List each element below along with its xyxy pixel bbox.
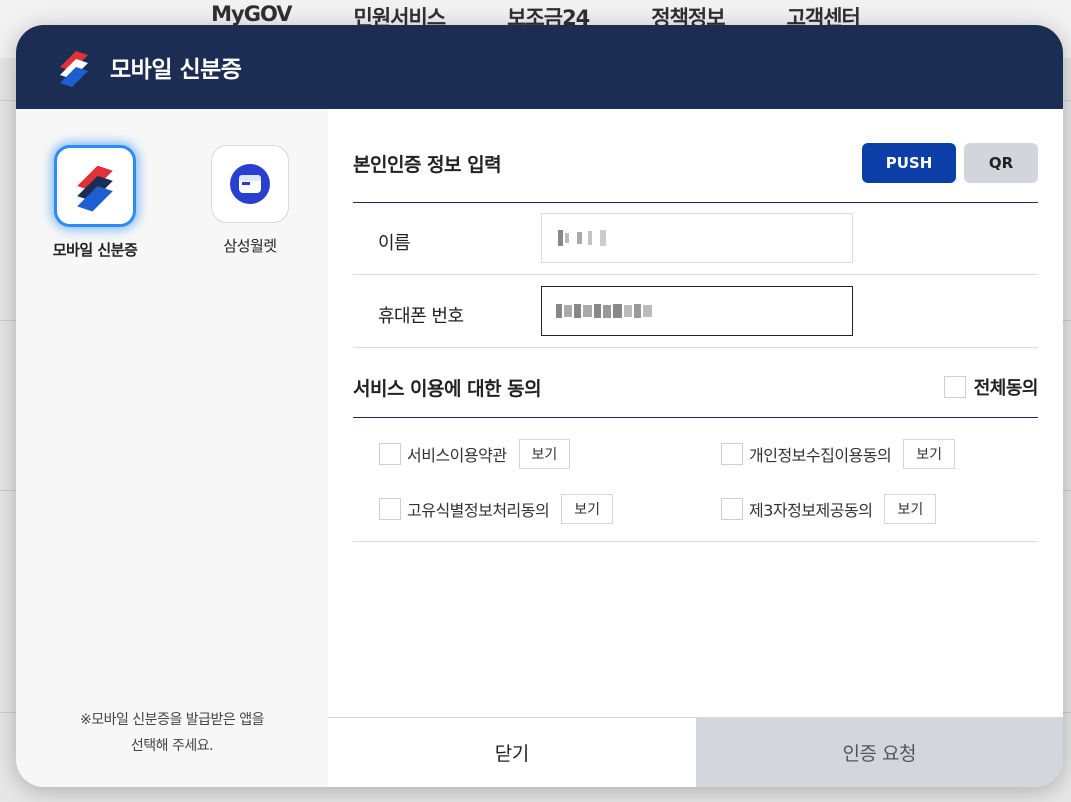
modal-title: 모바일 신분증 (110, 57, 242, 83)
mobile-id-app-icon (54, 145, 136, 227)
modal-header: 모바일 신분증 (16, 25, 1063, 109)
consent-rule (353, 417, 1038, 418)
request-auth-button[interactable]: 인증 요청 (695, 717, 1063, 787)
masked-name (558, 230, 606, 246)
phone-input[interactable] (541, 286, 853, 336)
phone-label: 휴대폰 번호 (378, 306, 464, 327)
app-select-panel: 모바일 신분증 삼성월렛 ※모바일 신분증을 발급받은 앱을 선택해 주세요. (16, 109, 328, 787)
app-label-mobile-id: 모바일 신분증 (52, 241, 138, 259)
consent-terms: 서비스이용약관 보기 (379, 439, 571, 469)
app-label-samsung-wallet: 삼성월렛 (223, 237, 277, 255)
name-input[interactable] (541, 213, 853, 263)
consent-privacy-checkbox[interactable] (721, 443, 743, 465)
push-button[interactable]: PUSH (862, 143, 956, 183)
name-label: 이름 (378, 233, 411, 254)
auth-form-panel: 본인인증 정보 입력 PUSH QR 이름 휴대폰 번호 서비스 이용에 대한 … (328, 109, 1063, 717)
consent-third-party-checkbox[interactable] (721, 498, 743, 520)
qr-button[interactable]: QR (964, 143, 1038, 183)
auth-method-toggle: PUSH QR (862, 143, 1038, 183)
consent-section-title: 서비스 이용에 대한 동의 (353, 377, 542, 400)
app-select-note: ※모바일 신분증을 발급받은 앱을 선택해 주세요. (79, 712, 265, 754)
modal-footer: 닫기 인증 요청 (328, 717, 1063, 787)
view-privacy-button[interactable]: 보기 (903, 439, 955, 469)
app-option-mobile-id[interactable]: 모바일 신분증 (40, 145, 150, 260)
view-unique-id-button[interactable]: 보기 (561, 494, 613, 524)
mobile-id-logo-icon (60, 51, 88, 87)
mobile-id-modal: 모바일 신분증 모바일 신분증 삼성월렛 ※모바일 신분증을 발급받은 앱을 선… (16, 25, 1063, 787)
consent-unique-id-checkbox[interactable] (379, 498, 401, 520)
consent-unique-id: 고유식별정보처리동의 보기 (379, 494, 613, 524)
masked-phone (556, 304, 652, 318)
samsung-wallet-icon (211, 145, 289, 223)
consent-privacy: 개인정보수집이용동의 보기 (721, 439, 955, 469)
agree-all-box[interactable] (943, 376, 966, 398)
agree-all-checkbox[interactable]: 전체동의 (943, 374, 1039, 400)
consent-terms-checkbox[interactable] (379, 443, 401, 465)
view-terms-button[interactable]: 보기 (518, 439, 571, 469)
app-option-samsung-wallet[interactable]: 삼성월렛 (195, 145, 305, 256)
close-button[interactable]: 닫기 (328, 717, 696, 787)
form-top-rule (353, 202, 1038, 203)
view-third-party-button[interactable]: 보기 (884, 494, 937, 524)
auth-section-title: 본인인증 정보 입력 (353, 153, 502, 176)
consent-third-party: 제3자정보제공동의 보기 (721, 494, 937, 524)
